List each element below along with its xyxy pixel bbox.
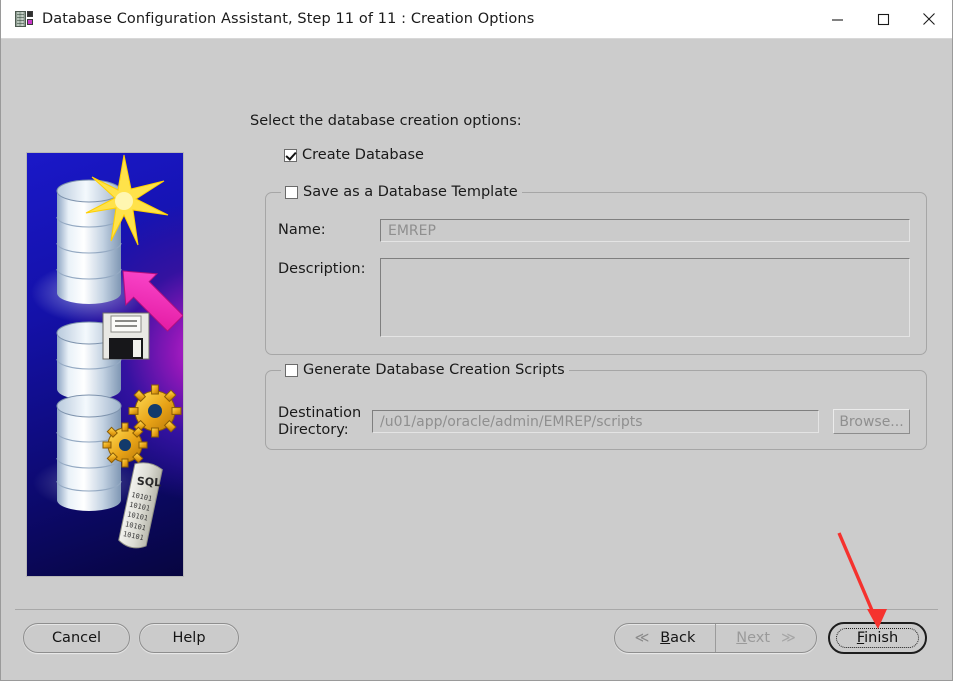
template-description-input[interactable] [380, 258, 910, 337]
template-group-label: Save as a Database Template [303, 184, 518, 200]
close-button[interactable] [906, 0, 952, 38]
description-label: Description: [278, 261, 366, 277]
next-button-label: Next [736, 630, 771, 646]
scripts-group-label: Generate Database Creation Scripts [303, 362, 565, 378]
database-rack-icon [15, 10, 33, 28]
chevron-left-icon: ≪ [634, 630, 650, 646]
svg-text:SQL: SQL [136, 475, 161, 490]
intro-label: Select the database creation options: [250, 113, 522, 129]
name-label: Name: [278, 222, 326, 238]
checkbox-checked-icon [284, 148, 297, 162]
checkbox-unchecked-icon [285, 185, 298, 199]
destination-directory-label-line2: Directory: [278, 422, 349, 438]
create-database-checkbox[interactable]: Create Database [284, 147, 424, 163]
content-area: SQL 10101 10101 10101 10101 10101 Select… [1, 39, 952, 680]
sidebar-illustration: SQL 10101 10101 10101 10101 10101 [26, 152, 184, 577]
chevron-right-icon: ≫ [781, 630, 796, 646]
back-button[interactable]: ≪ Back [615, 624, 716, 652]
window-title: Database Configuration Assistant, Step 1… [42, 11, 535, 27]
footer-separator [15, 609, 938, 610]
next-button[interactable]: Next ≫ [716, 624, 816, 652]
browse-button[interactable]: Browse... [833, 409, 910, 434]
window-controls [814, 0, 952, 38]
checkbox-unchecked-icon [285, 363, 298, 377]
maximize-button[interactable] [860, 0, 906, 38]
template-name-input[interactable]: EMREP [380, 219, 910, 242]
finish-button[interactable]: Finish [828, 622, 927, 654]
navigation-button-group: ≪ Back Next ≫ [614, 623, 817, 653]
destination-directory-label-line1: Destination [278, 405, 362, 421]
create-database-label: Create Database [302, 147, 424, 163]
scripts-group-checkbox[interactable]: Generate Database Creation Scripts [281, 362, 569, 378]
minimize-button[interactable] [814, 0, 860, 38]
finish-button-label: Finish [856, 630, 899, 646]
destination-directory-input[interactable]: /u01/app/oracle/admin/EMREP/scripts [372, 410, 819, 433]
cancel-button[interactable]: Cancel [23, 623, 130, 653]
title-bar: Database Configuration Assistant, Step 1… [1, 0, 952, 39]
help-button[interactable]: Help [139, 623, 239, 653]
dbca-window: Database Configuration Assistant, Step 1… [0, 0, 953, 681]
back-button-label: Back [660, 630, 696, 646]
template-group-checkbox[interactable]: Save as a Database Template [281, 184, 522, 200]
